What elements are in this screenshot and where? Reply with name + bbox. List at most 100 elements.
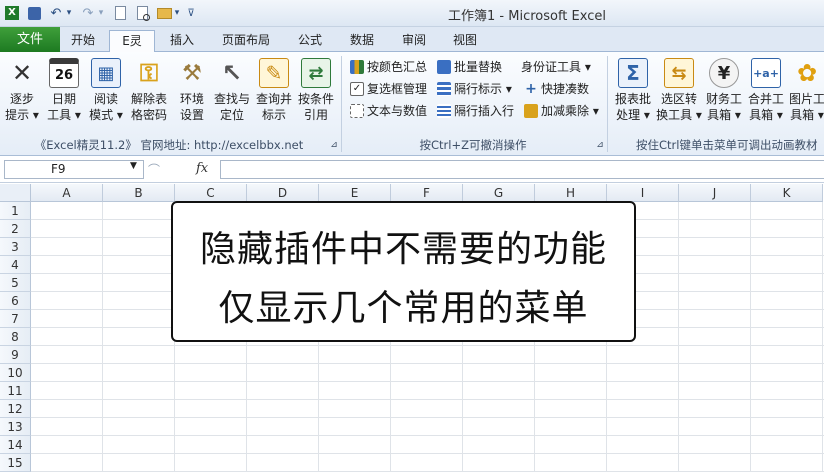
row-header[interactable]: 3 [0,238,31,256]
color-sum-label: 按颜色汇总 [367,60,428,74]
conditional-reference-label: 按条件 [297,92,334,106]
ribbon: ✕ 逐步 提示 ▾ 26 日期 工具 ▾ ▦ 阅读 模式 ▾ ⚿ 解除表 格密码… [0,52,824,156]
arithmetic-label: 加减乘除 ▾ [541,104,599,118]
insert-rows-button[interactable]: 隔行插入行 [437,102,514,120]
row-header[interactable]: 5 [0,274,31,292]
id-card-tools-button[interactable]: 身份证工具 ▾ [521,58,591,76]
step-tips-button[interactable]: ✕ 逐步 提示 ▾ [2,56,42,123]
column-header[interactable]: B [103,184,175,202]
tab-review[interactable]: 审阅 [392,30,436,52]
color-sum-button[interactable]: 按颜色汇总 [350,58,427,76]
message-line-1: 隐藏插件中不需要的功能 [199,229,607,270]
checkbox-icon: ✓ [350,82,364,96]
column-header[interactable]: A [31,184,103,202]
row-header[interactable]: 7 [0,310,31,328]
date-tools-label: 日期 [51,92,76,106]
tab-home[interactable]: 开始 [60,30,106,52]
quick-sum-button[interactable]: + 快捷凑数 [524,80,589,98]
x-mark-icon: ✕ [11,59,33,87]
unlock-password-label: 解除表 [130,92,167,106]
step-tips-label: 逐步 [9,92,34,106]
row-header[interactable]: 9 [0,346,31,364]
column-header[interactable]: I [607,184,679,202]
tab-page-layout[interactable]: 页面布局 [214,30,278,52]
row-header[interactable]: 11 [0,382,31,400]
insert-function-icon[interactable]: fx [196,161,208,176]
row-header[interactable]: 14 [0,436,31,454]
column-header[interactable]: E [319,184,391,202]
date-tools-button[interactable]: 26 日期 工具 ▾ [44,56,84,123]
conditional-reference-button[interactable]: ⇄ 按条件 引用 [296,56,336,123]
message-line-2: 仅显示几个常用的菜单 [218,288,589,329]
query-mark-button[interactable]: ✎ 查询并 标示 [254,56,294,123]
reference-icon: ⇄ [301,58,331,88]
calendar-icon: 26 [49,58,79,88]
name-box[interactable]: F9 [4,160,144,179]
arithmetic-button[interactable]: 加减乘除 ▾ [524,102,599,120]
tab-formulas[interactable]: 公式 [288,30,332,52]
report-batch-button[interactable]: Σ 报表批 处理 ▾ [611,56,655,123]
group-dialog-launcher-icon-2[interactable]: ⊿ [594,136,606,154]
merge-toolbox-label-2: 具箱 ▾ [749,108,783,122]
date-tools-label-2: 工具 ▾ [47,108,81,122]
row-header[interactable]: 8 [0,328,31,346]
row-header[interactable]: 15 [0,454,31,472]
row-header[interactable]: 13 [0,418,31,436]
find-locate-button[interactable]: ↖ 查找与 定位 [212,56,252,123]
column-gridline [822,202,823,472]
selection-convert-label-2: 换工具 ▾ [656,108,702,122]
name-box-dropdown-icon[interactable]: ▼ [130,161,137,171]
column-header[interactable]: D [247,184,319,202]
row-gridline [31,399,824,400]
stripe-rows-label: 隔行标示 ▾ [454,82,512,96]
column-header[interactable]: J [679,184,751,202]
yen-icon: ¥ [709,58,739,88]
id-card-tools-label: 身份证工具 ▾ [521,60,591,74]
sunflower-icon: ✿ [796,59,818,87]
row-header[interactable]: 4 [0,256,31,274]
query-mark-label: 查询并 [255,92,292,106]
selection-convert-button[interactable]: ⇆ 选区转 换工具 ▾ [656,56,702,123]
row-header[interactable]: 1 [0,202,31,220]
checkbox-manage-button[interactable]: ✓ 复选框管理 [350,80,427,98]
tab-insert[interactable]: 插入 [158,30,206,52]
group-dialog-launcher-icon[interactable]: ⊿ [328,136,340,154]
formula-input[interactable] [220,160,824,179]
row-header[interactable]: 2 [0,220,31,238]
key-icon: ⚿ [139,59,159,87]
column-header[interactable]: K [751,184,823,202]
merge-toolbox-label: 合并工 [747,92,784,106]
column-header[interactable]: C [175,184,247,202]
report-batch-label: 报表批 [614,92,651,106]
row-header[interactable]: 10 [0,364,31,382]
message-box: 隐藏插件中不需要的功能 仅显示几个常用的菜单 [171,201,636,342]
row-header[interactable]: 12 [0,400,31,418]
column-gridline [102,202,103,472]
tab-elite[interactable]: E灵 [109,30,155,53]
select-all-corner[interactable] [0,184,31,202]
tab-view[interactable]: 视图 [442,30,488,52]
formula-bar-grip-icon[interactable]: ⌒ [148,161,160,178]
column-header[interactable]: F [391,184,463,202]
unlock-password-button[interactable]: ⚿ 解除表 格密码 [128,56,170,123]
color-sum-icon [350,60,364,74]
environment-settings-button[interactable]: ⚒ 环境 设置 [172,56,212,123]
row-header[interactable]: 6 [0,292,31,310]
pencil-note-icon: ✎ [259,58,289,88]
row-gridline [31,381,824,382]
column-header[interactable]: H [535,184,607,202]
tab-data[interactable]: 数据 [338,30,386,52]
finance-toolbox-button[interactable]: ¥ 财务工 具箱 ▾ [703,56,745,123]
reading-mode-button[interactable]: ▦ 阅读 模式 ▾ [86,56,126,123]
merge-toolbox-button[interactable]: +a+ 合并工 具箱 ▾ [745,56,787,123]
batch-replace-icon [437,60,451,74]
stripe-rows-button[interactable]: 隔行标示 ▾ [437,80,512,98]
column-header[interactable]: G [463,184,535,202]
image-toolbox-button[interactable]: ✿ 图片工 具箱 ▾ [787,56,824,123]
text-number-button[interactable]: 文本与数值 [350,102,427,120]
tab-file[interactable]: 文件 [0,27,60,52]
environment-settings-label-2: 设置 [179,108,204,122]
formula-bar: F9 ▼ ⌒ fx [0,157,824,183]
batch-replace-button[interactable]: 批量替换 [437,58,502,76]
row-gridline [31,435,824,436]
